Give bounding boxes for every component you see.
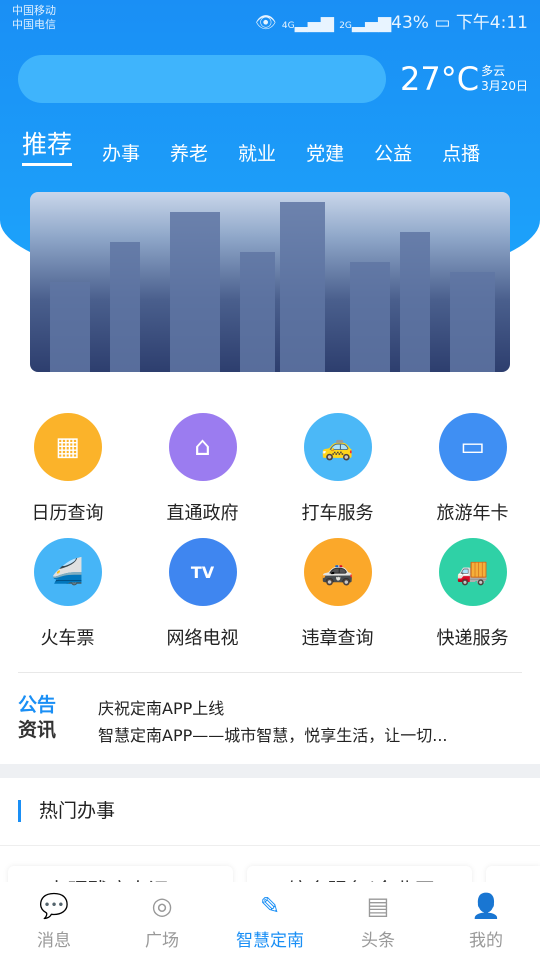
calendar-icon: ▦ [33, 413, 102, 481]
battery-percent: 43% [391, 13, 429, 33]
category-tabs: 推荐 办事 养老 就业 党建 公益 点播 [22, 125, 540, 166]
tab-vod[interactable]: 点播 [442, 139, 480, 166]
status-bar: 中国移动 中国电信 👁 4G▂▄▆ 2G▂▄▆43% ▭ 下午4:11 [12, 4, 528, 33]
nav-square[interactable]: ◎ 广场 [108, 882, 216, 960]
tab-elderly[interactable]: 养老 [170, 139, 208, 166]
tv-icon: TV [168, 538, 237, 606]
nav-profile[interactable]: 👤 我的 [432, 882, 540, 960]
train-icon: 🚄 [33, 538, 102, 606]
government-icon: ⌂ [168, 413, 237, 481]
temperature: 27°C [400, 60, 480, 98]
message-icon: 💬 [39, 892, 69, 920]
service-tv[interactable]: TV 网络电视 [135, 538, 270, 650]
search-input[interactable] [18, 55, 386, 103]
section-divider [0, 764, 540, 778]
carrier-2: 中国电信 [12, 18, 56, 31]
service-government[interactable]: ⌂ 直通政府 [135, 413, 270, 525]
car-icon: 🚓 [303, 538, 372, 606]
notice-line-1[interactable]: 庆祝定南APP上线 [98, 695, 522, 722]
tab-charity[interactable]: 公益 [374, 139, 412, 166]
tab-recommend[interactable]: 推荐 [22, 125, 73, 166]
service-train[interactable]: 🚄 火车票 [0, 538, 135, 650]
card-icon: ▭ [438, 413, 507, 481]
square-icon: ◎ [151, 892, 173, 920]
news-tag: 资讯 [18, 719, 57, 741]
service-row-1: ▦ 日历查询 ⌂ 直通政府 🚕 打车服务 ▭ 旅游年卡 [0, 413, 540, 525]
eye-icon: 👁 [254, 13, 277, 33]
tab-jobs[interactable]: 就业 [238, 139, 276, 166]
notice-line-2[interactable]: 智慧定南APP——城市智慧，悦享生活，让一切... [98, 722, 522, 749]
bottom-nav: 💬 消息 ◎ 广场 ✎ 智慧定南 ▤ 头条 👤 我的 [0, 882, 540, 960]
taxi-icon: 🚕 [303, 413, 372, 481]
tab-affairs[interactable]: 办事 [102, 139, 140, 166]
truck-icon: 🚚 [438, 538, 507, 606]
clock: 下午4:11 [455, 13, 528, 33]
weather-date: 3月20日 [481, 79, 528, 93]
service-calendar[interactable]: ▦ 日历查询 [0, 413, 135, 525]
signal-4g: 4G [281, 21, 295, 31]
nav-home[interactable]: ✎ 智慧定南 [216, 882, 324, 960]
service-travel-card[interactable]: ▭ 旅游年卡 [405, 413, 540, 525]
tab-party[interactable]: 党建 [306, 139, 344, 166]
news-icon: ▤ [366, 892, 390, 920]
notice-tag: 公告 [18, 694, 57, 716]
notice-bar[interactable]: 公告资讯 庆祝定南APP上线 智慧定南APP——城市智慧，悦享生活，让一切... [18, 672, 522, 762]
weather-widget[interactable]: 27°C 多云 3月20日 [400, 60, 528, 98]
nav-messages[interactable]: 💬 消息 [0, 882, 108, 960]
service-taxi[interactable]: 🚕 打车服务 [270, 413, 405, 525]
battery-icon: ▭ [434, 13, 451, 33]
divider [0, 845, 540, 846]
profile-icon: 👤 [471, 892, 501, 920]
nav-headlines[interactable]: ▤ 头条 [324, 882, 432, 960]
service-violation[interactable]: 🚓 违章查询 [270, 538, 405, 650]
hot-section-title: 热门办事 [18, 800, 115, 822]
service-row-2: 🚄 火车票 TV 网络电视 🚓 违章查询 🚚 快递服务 [0, 538, 540, 650]
carrier-1: 中国移动 [12, 4, 56, 17]
home-logo-icon: ✎ [259, 892, 281, 920]
weather-condition: 多云 [481, 64, 506, 78]
banner-image[interactable] [30, 192, 510, 372]
signal-2g: 2G [339, 21, 352, 31]
service-express[interactable]: 🚚 快递服务 [405, 538, 540, 650]
